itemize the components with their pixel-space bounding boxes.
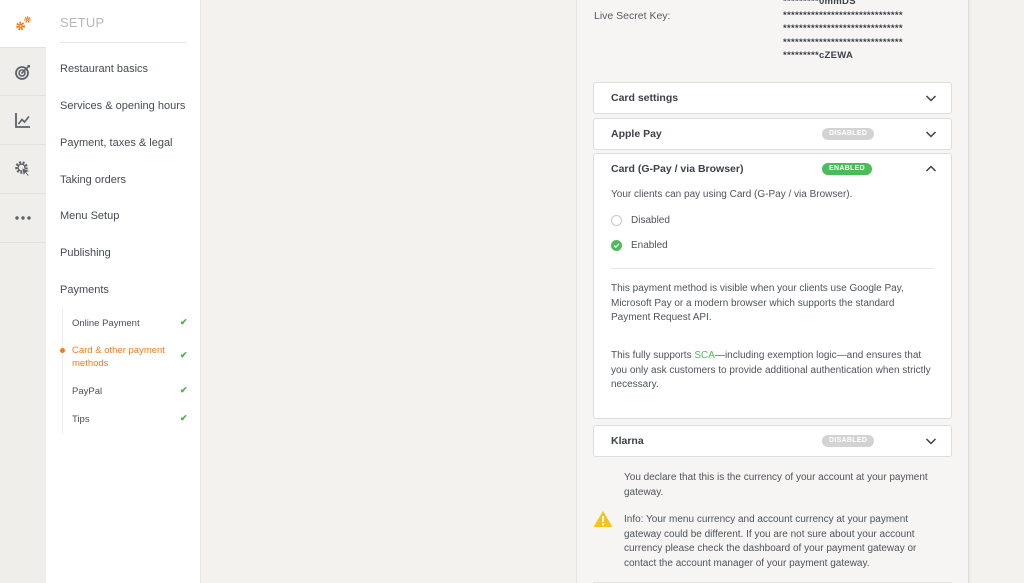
gpay-description: This payment method is visible when your… <box>611 283 904 323</box>
currency-info-note: Info: Your menu currency and account cur… <box>624 514 917 569</box>
accordion-title: Card (G-Pay / via Browser) <box>611 163 744 175</box>
key-line: ****************************** <box>783 9 903 21</box>
rail-item-advanced[interactable] <box>0 145 46 194</box>
rail-item-setup[interactable] <box>0 0 46 47</box>
sca-text: This fully supports <box>611 350 695 361</box>
status-badge: ENABLED <box>822 163 872 175</box>
nav-restaurant-basics[interactable]: Restaurant basics <box>60 63 148 75</box>
chevron-up-icon <box>925 165 937 172</box>
divider <box>60 42 187 43</box>
accordion-gpay-browser: Card (G-Pay / via Browser) ENABLED Your … <box>593 153 952 419</box>
payments-subnav: Online Payment ✔ Card & other payment me… <box>60 308 188 434</box>
accordion-apple-pay: Apple Pay DISABLED <box>593 118 952 150</box>
setup-sidebar: SETUP Restaurant basics Services & openi… <box>46 0 201 583</box>
key-line: ****************************** <box>783 23 903 34</box>
nav-menu-setup[interactable]: Menu Setup <box>60 210 119 222</box>
nav-payments[interactable]: Payments <box>60 284 109 296</box>
accordion-title: Card settings <box>611 92 679 104</box>
nav-payment-taxes-legal[interactable]: Payment, taxes & legal <box>60 137 173 149</box>
status-badge: DISABLED <box>822 435 875 447</box>
nav-services-opening-hours[interactable]: Services & opening hours <box>60 100 185 112</box>
chevron-down-icon <box>925 131 937 138</box>
rail-item-more[interactable] <box>0 194 46 243</box>
setup-title: SETUP <box>60 15 105 30</box>
icon-rail <box>0 0 46 583</box>
chart-line-icon <box>15 113 30 128</box>
rail-item-reports[interactable] <box>0 96 46 145</box>
more-dots-icon <box>15 216 31 220</box>
currency-declaration-note: You declare that this is the currency of… <box>624 472 928 498</box>
warning-icon <box>593 511 613 527</box>
accordion-header[interactable]: Apple Pay DISABLED <box>594 119 951 149</box>
subnav-paypal[interactable]: PayPal <box>72 385 172 398</box>
chevron-down-icon <box>925 95 937 102</box>
nav-publishing[interactable]: Publishing <box>60 247 111 259</box>
subnav-card-other-methods[interactable]: Card & other payment methods <box>72 344 172 370</box>
radio-disabled[interactable]: Disabled <box>611 215 670 226</box>
sca-description: This fully supports SCA—including exempt… <box>611 349 936 393</box>
check-icon: ✔ <box>180 317 188 327</box>
subnav-tips[interactable]: Tips <box>72 413 172 426</box>
status-badge: DISABLED <box>822 128 875 140</box>
accordion-header[interactable]: Card (G-Pay / via Browser) ENABLED <box>594 154 951 184</box>
key-line: *********0mmDS <box>783 0 856 7</box>
sca-link[interactable]: SCA <box>694 350 715 361</box>
chevron-down-icon <box>925 438 937 445</box>
check-icon: ✔ <box>180 385 188 395</box>
radio-unchecked-icon <box>611 215 622 226</box>
subnav-online-payment[interactable]: Online Payment <box>72 317 172 330</box>
live-secret-key-label: Live Secret Key: <box>594 10 671 22</box>
payment-methods-panel: Live Secret Key: *********0mmDS ********… <box>576 0 969 583</box>
accordion-header[interactable]: Card settings <box>594 83 951 113</box>
accordion-title: Klarna <box>611 435 644 447</box>
active-dot-icon <box>60 348 65 353</box>
accordion-klarna: Klarna DISABLED <box>593 425 952 457</box>
target-icon <box>15 64 30 80</box>
divider <box>611 268 934 269</box>
gears-icon <box>16 15 31 30</box>
gear-cursor-icon <box>15 161 31 177</box>
live-secret-key-value: *********0mmDS *************************… <box>783 0 903 63</box>
check-icon: ✔ <box>180 413 188 423</box>
accordion-header[interactable]: Klarna DISABLED <box>594 426 951 456</box>
check-icon: ✔ <box>180 350 188 360</box>
gpay-intro: Your clients can pay using Card (G-Pay /… <box>611 189 853 200</box>
accordion-title: Apple Pay <box>611 128 662 140</box>
radio-enabled[interactable]: Enabled <box>611 240 668 251</box>
rail-item-marketing[interactable] <box>0 47 46 96</box>
radio-label: Enabled <box>631 240 668 251</box>
radio-checked-icon <box>611 240 622 251</box>
nav-taking-orders[interactable]: Taking orders <box>60 174 126 186</box>
key-line: *********cZEWA <box>783 50 854 61</box>
radio-label: Disabled <box>631 215 670 226</box>
accordion-card-settings: Card settings <box>593 82 952 114</box>
key-line: ****************************** <box>783 36 903 48</box>
